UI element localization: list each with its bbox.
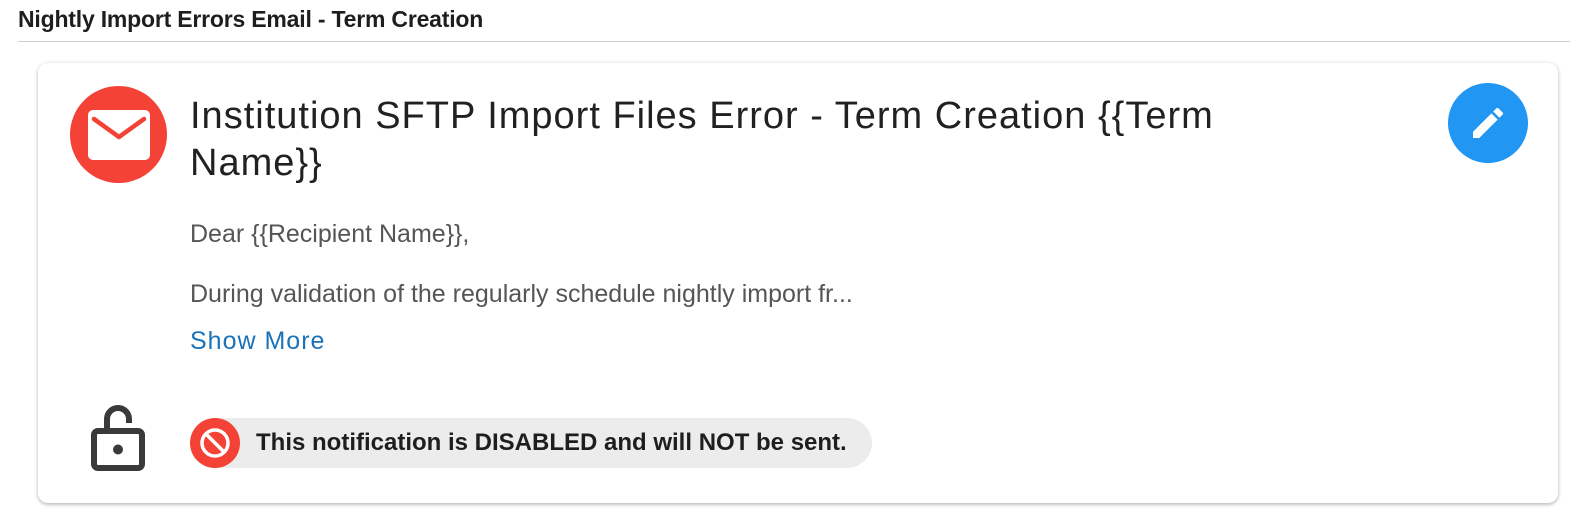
pencil-icon: [1473, 107, 1504, 138]
block-icon-circle: [190, 418, 240, 468]
section-divider: [18, 41, 1570, 42]
show-more-link[interactable]: Show More: [190, 327, 325, 356]
status-text: This notification is DISABLED and will N…: [256, 429, 847, 456]
notification-card: Institution SFTP Import Files Error - Te…: [38, 63, 1558, 503]
status-badge: This notification is DISABLED and will N…: [190, 418, 872, 468]
email-preview: During validation of the regularly sched…: [190, 280, 853, 308]
mail-icon: [87, 109, 150, 160]
block-icon: [200, 428, 230, 458]
section-title: Nightly Import Errors Email - Term Creat…: [18, 6, 484, 32]
email-greeting: Dear {{Recipient Name}},: [190, 220, 470, 248]
notification-title: Institution SFTP Import Files Error - Te…: [190, 95, 1214, 184]
mail-avatar: [70, 86, 167, 183]
lock-open-icon[interactable]: [91, 401, 145, 471]
edit-button[interactable]: [1448, 83, 1528, 163]
